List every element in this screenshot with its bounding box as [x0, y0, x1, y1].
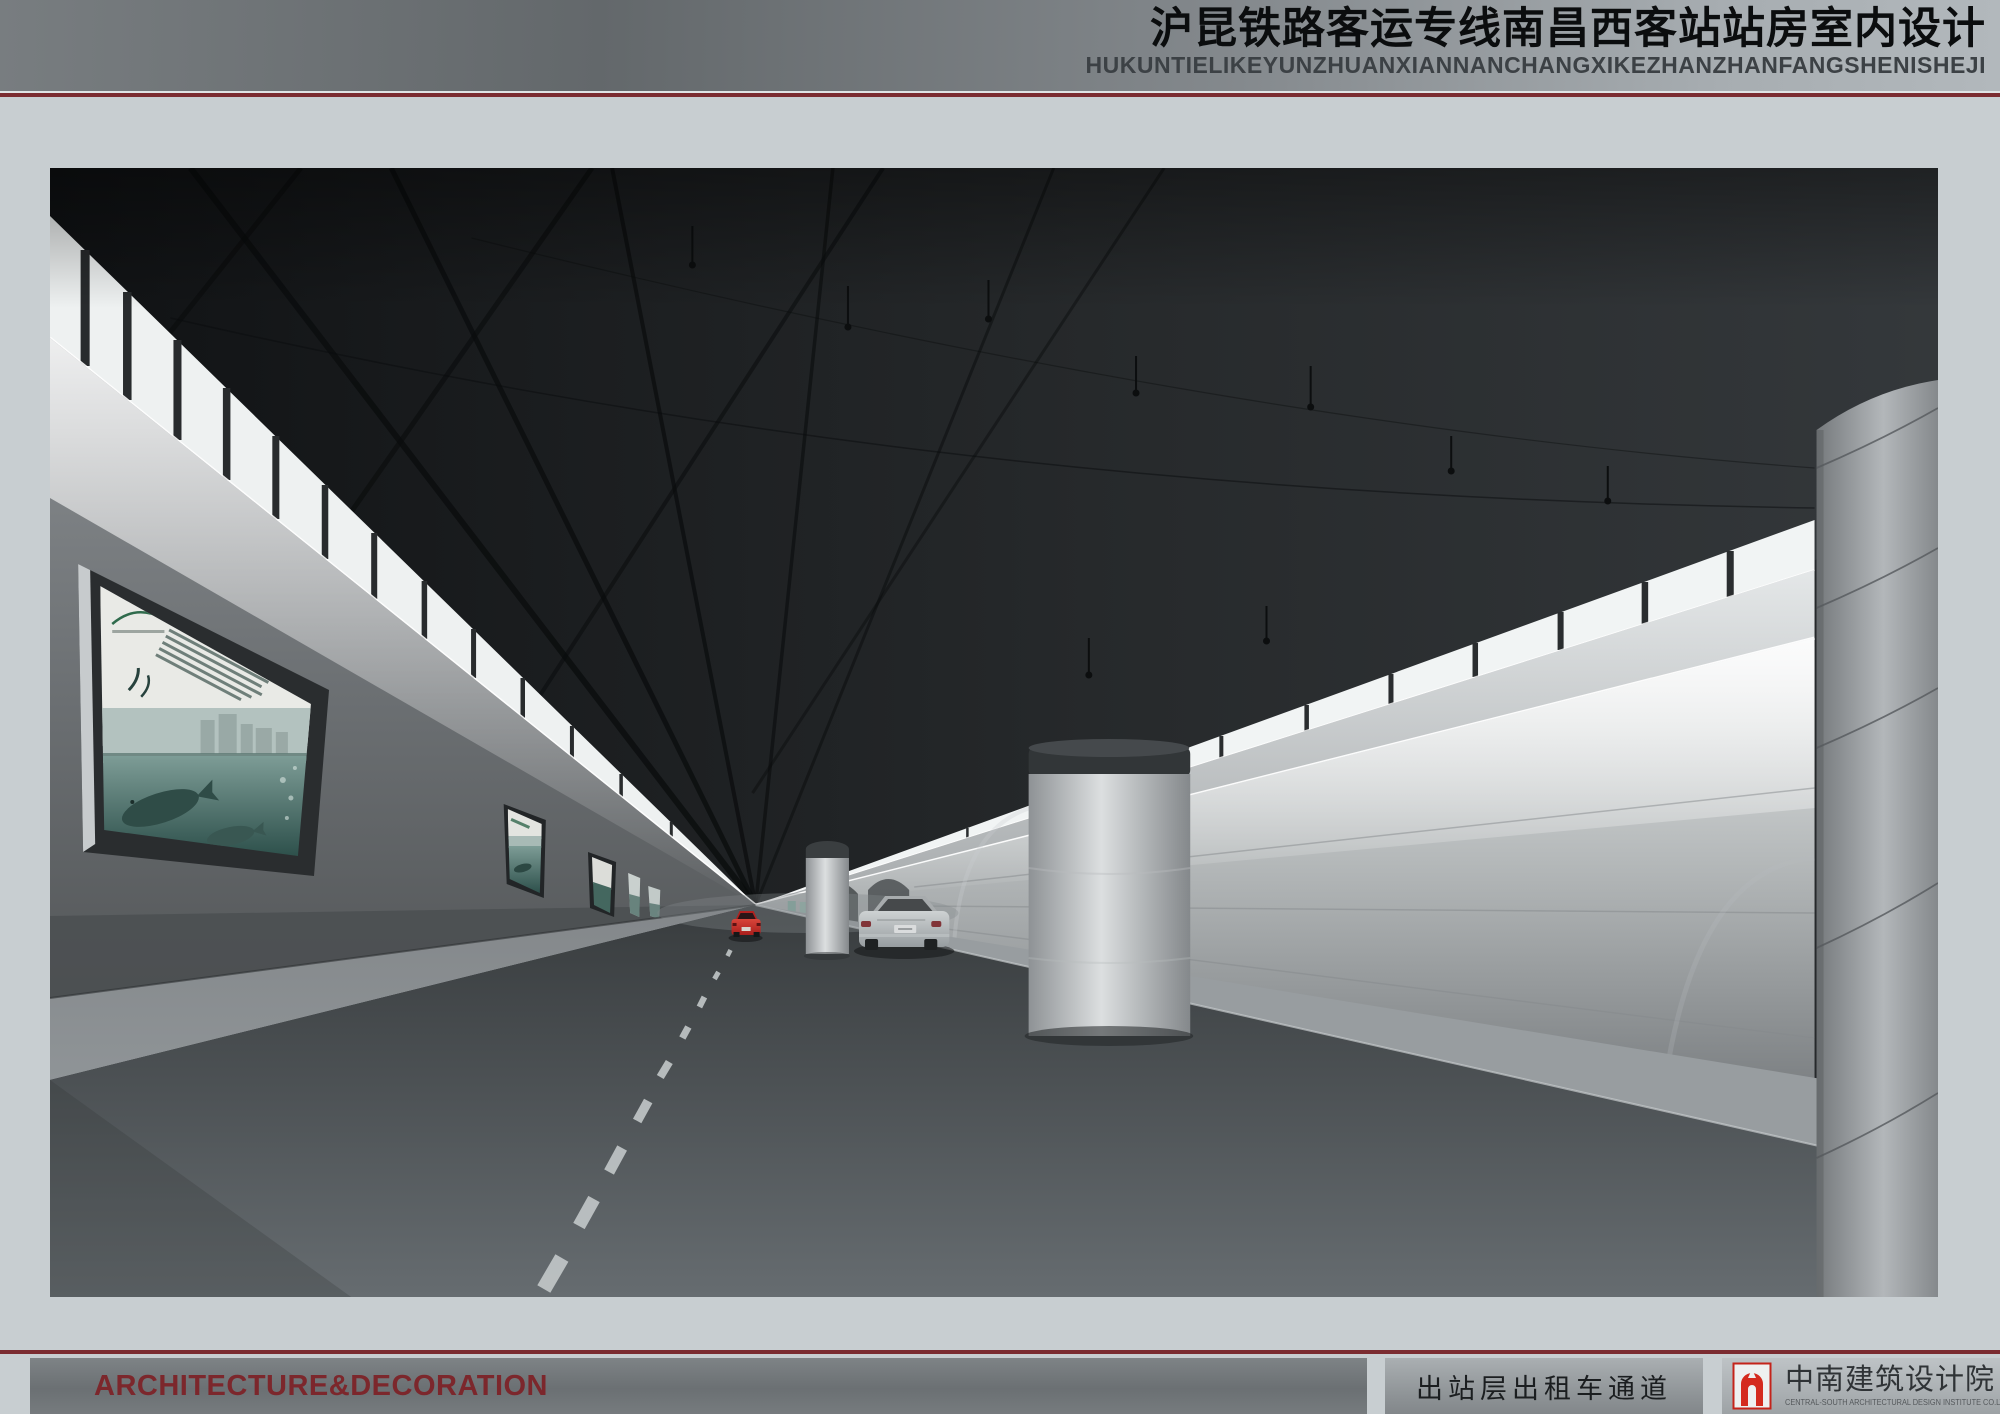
design-institute-block: 中南建筑设计院 CENTRAL-SOUTH ARCHITECTURAL DESI… [1722, 1358, 2000, 1414]
drawing-caption: 出站层出租车通道 [1385, 1358, 1703, 1414]
brand-text: ARCHITECTURE&DECORATION [30, 1358, 1367, 1414]
column-foreground-right [1817, 380, 1938, 1297]
header-accent-rule [0, 93, 2000, 97]
design-institute-names: 中南建筑设计院 CENTRAL-SOUTH ARCHITECTURAL DESI… [1785, 1365, 2000, 1406]
taillight [861, 921, 871, 927]
design-institute-name-en: CENTRAL-SOUTH ARCHITECTURAL DESIGN INSTI… [1785, 1398, 2000, 1407]
footer-accent-rule [0, 1350, 2000, 1354]
billboard-3 [588, 852, 616, 917]
top-vignette [50, 168, 1938, 308]
design-institute-name-cn: 中南建筑设计院 [1785, 1365, 2000, 1395]
page-title: 沪昆铁路客运专线南昌西客站站房室内设计 [1086, 5, 1986, 53]
billboard-2 [504, 804, 546, 898]
presentation-board: 沪昆铁路客运专线南昌西客站站房室内设计 HUKUNTIELIKEYUNZHUAN… [0, 0, 2000, 1414]
title-block: 沪昆铁路客运专线南昌西客站站房室内设计 HUKUNTIELIKEYUNZHUAN… [1086, 5, 1986, 77]
perspective-rendering [50, 168, 1938, 1297]
taillight [931, 921, 941, 927]
title-bar: 沪昆铁路客运专线南昌西客站站房室内设计 HUKUNTIELIKEYUNZHUAN… [0, 0, 2000, 91]
page-subtitle: HUKUNTIELIKEYUNZHUANXIANNANCHANGXIKEZHAN… [1086, 53, 1986, 77]
footer-bar: ARCHITECTURE&DECORATION 出站层出租车通道 中南建筑设计院… [0, 1350, 2000, 1414]
column-mid [1025, 739, 1194, 1046]
red-arch-monogram-icon [1732, 1362, 1772, 1410]
column-far [804, 841, 850, 960]
tunnel-rendering-scene [50, 168, 1938, 1297]
footer-segments: ARCHITECTURE&DECORATION 出站层出租车通道 中南建筑设计院… [0, 1358, 2000, 1414]
drawing-caption-label: 出站层出租车通道 [1416, 1367, 1672, 1406]
